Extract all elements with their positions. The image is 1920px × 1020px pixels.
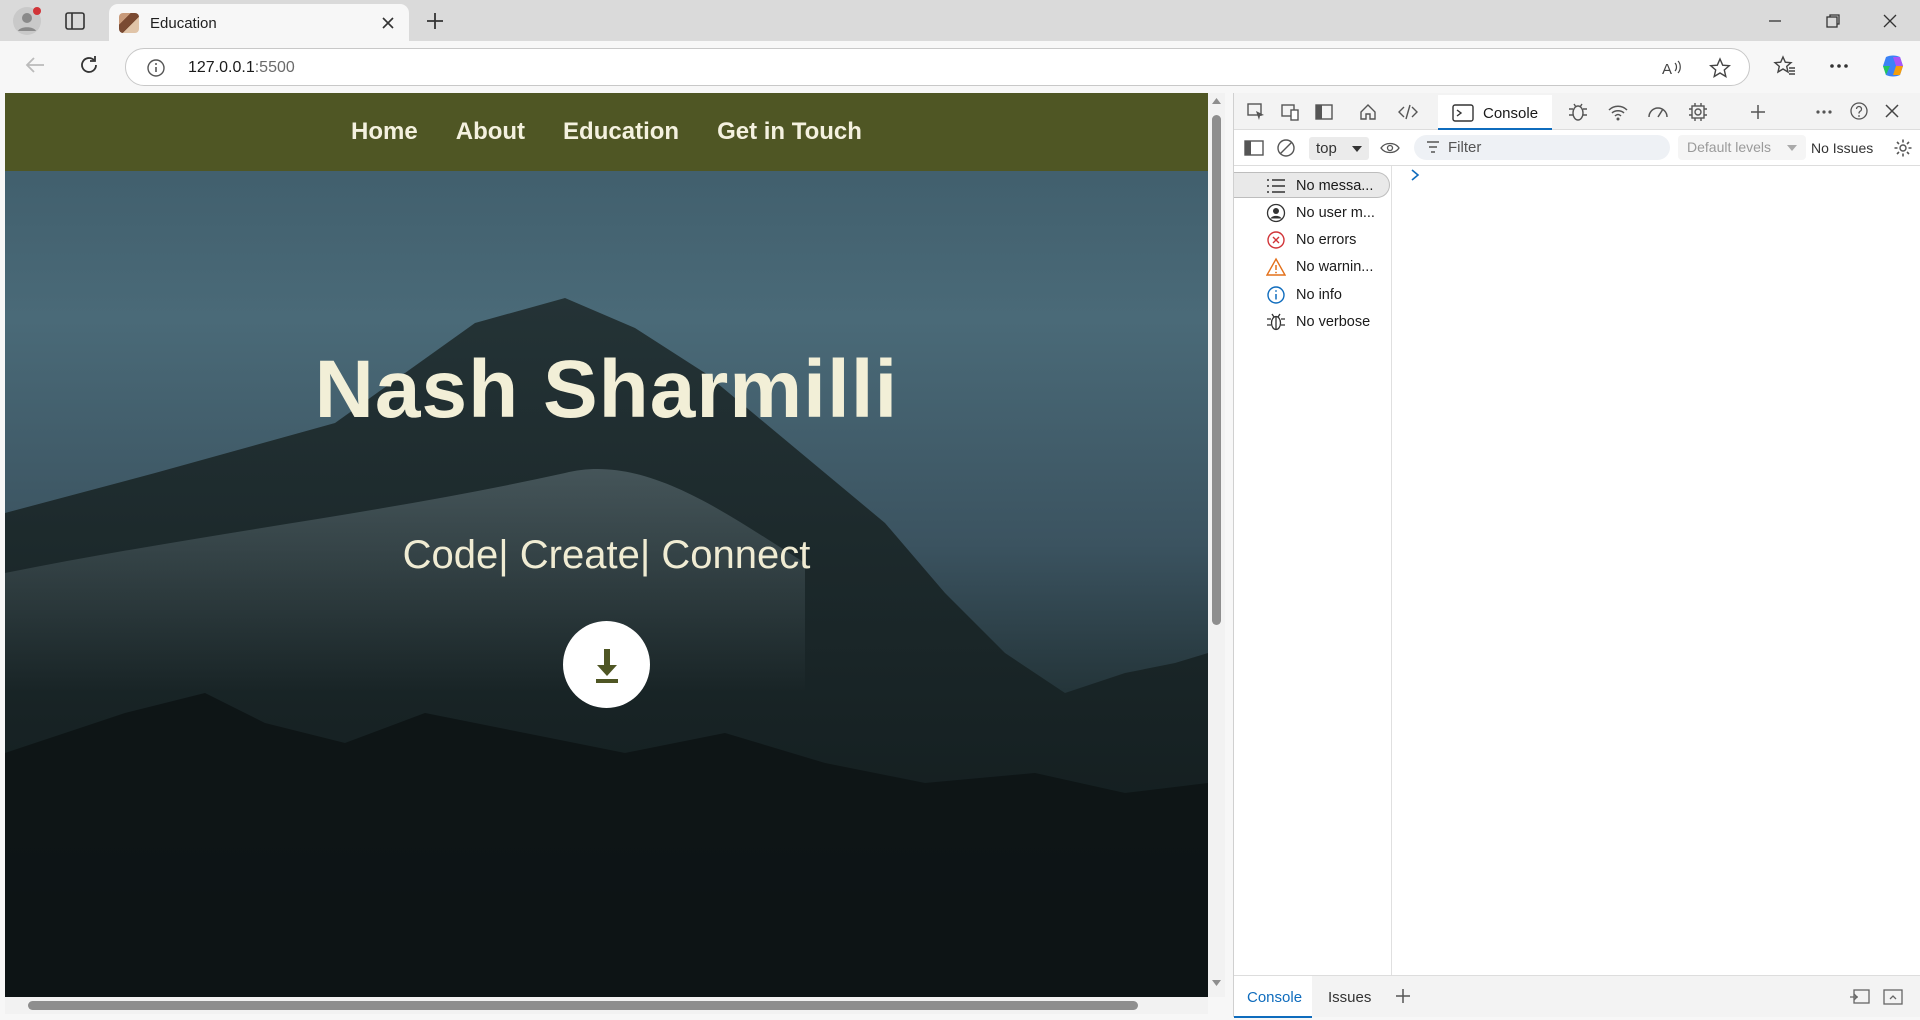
help-icon[interactable]: [1847, 99, 1871, 123]
nav-about-link[interactable]: About: [456, 118, 525, 146]
warning-icon: [1266, 257, 1286, 277]
tab-strip: Education: [0, 0, 1920, 42]
read-aloud-icon[interactable]: A: [1661, 57, 1683, 79]
console-icon: [1452, 103, 1474, 123]
log-levels-dropdown[interactable]: Default levels: [1678, 135, 1806, 160]
page-viewport: Home About Education Get in Touch Nash S…: [5, 93, 1208, 997]
nav-education-link[interactable]: Education: [563, 118, 679, 146]
filter-icon: [1427, 141, 1439, 153]
horizontal-scroll-thumb[interactable]: [28, 1001, 1138, 1010]
bug-icon: [1266, 312, 1286, 332]
sidebar-item-errors[interactable]: No errors: [1234, 227, 1390, 253]
sidebar-item-user-messages[interactable]: No user m...: [1234, 200, 1390, 226]
minimize-icon[interactable]: [1762, 8, 1788, 34]
close-drawer-icon[interactable]: [1881, 985, 1905, 1009]
site-navbar: Home About Education Get in Touch: [5, 93, 1208, 171]
tab-console[interactable]: Console: [1438, 95, 1552, 130]
drawer-tab-console[interactable]: Console: [1234, 976, 1312, 1018]
site-info-icon[interactable]: [146, 58, 166, 78]
close-tab-icon[interactable]: [379, 14, 397, 32]
tab-actions-icon[interactable]: [62, 9, 88, 33]
list-icon: [1266, 176, 1286, 196]
context-selector[interactable]: top: [1309, 137, 1369, 160]
download-button[interactable]: [563, 621, 650, 708]
sources-bug-icon[interactable]: [1566, 100, 1590, 124]
tab-favicon: [119, 13, 139, 33]
dock-side-icon[interactable]: [1312, 100, 1336, 124]
back-arrow-icon[interactable]: [22, 53, 48, 77]
drawer-tab-issues[interactable]: Issues: [1328, 989, 1371, 1006]
favorites-icon[interactable]: [1772, 53, 1798, 79]
drawer-add-tab-icon[interactable]: [1392, 985, 1414, 1007]
clear-console-icon[interactable]: [1274, 136, 1298, 160]
browser-tab[interactable]: Education: [109, 4, 409, 42]
chevron-down-icon: [1787, 145, 1797, 151]
hero-tagline: Code| Create| Connect: [402, 533, 811, 577]
sidebar-item-verbose[interactable]: No verbose: [1234, 309, 1390, 335]
live-expression-eye-icon[interactable]: [1378, 136, 1402, 160]
horizontal-scrollbar[interactable]: [5, 997, 1208, 1014]
url-field[interactable]: 127.0.0.1:5500 A: [125, 48, 1750, 86]
devtools-toolbar: Console: [1234, 93, 1920, 130]
nav-home-link[interactable]: Home: [351, 118, 418, 146]
memory-chip-icon[interactable]: [1686, 100, 1710, 124]
console-filter-bar: top Filter Default levels No Issues: [1234, 130, 1920, 166]
inspect-element-icon[interactable]: [1244, 100, 1268, 124]
devtools-drawer: Console Issues: [1234, 975, 1920, 1018]
profile-avatar[interactable]: [12, 6, 42, 36]
sidebar-item-warnings[interactable]: No warnin...: [1234, 254, 1390, 280]
close-devtools-icon[interactable]: [1880, 99, 1904, 123]
tab-title: Education: [150, 15, 217, 32]
prompt-chevron-icon: [1411, 169, 1420, 181]
download-icon: [595, 648, 618, 683]
devtools-more-icon[interactable]: [1812, 100, 1836, 124]
elements-code-icon[interactable]: [1396, 100, 1420, 124]
device-emulation-icon[interactable]: [1278, 100, 1302, 124]
user-icon: [1266, 203, 1286, 223]
dock-drawer-icon[interactable]: [1848, 985, 1872, 1009]
more-tools-plus-icon[interactable]: [1746, 100, 1770, 124]
vertical-scroll-thumb[interactable]: [1212, 115, 1221, 625]
info-icon: [1266, 285, 1286, 305]
svg-text:A: A: [1662, 61, 1672, 78]
favorite-star-icon[interactable]: [1709, 57, 1731, 79]
hero-name: Nash Sharmilli: [314, 344, 899, 435]
console-sidebar: No messa... No user m... No errors No wa…: [1234, 166, 1392, 975]
vertical-scrollbar[interactable]: [1208, 93, 1225, 997]
nav-contact-link[interactable]: Get in Touch: [717, 118, 862, 146]
devtools-panel: Console top Filter Default levels No Iss…: [1233, 93, 1920, 1018]
welcome-home-icon[interactable]: [1356, 100, 1380, 124]
chevron-down-icon: [1352, 146, 1362, 152]
show-sidebar-icon[interactable]: [1242, 136, 1266, 160]
reload-icon[interactable]: [76, 53, 102, 77]
more-options-icon[interactable]: [1826, 53, 1852, 79]
restore-icon[interactable]: [1820, 8, 1846, 34]
issues-count[interactable]: No Issues: [1811, 140, 1873, 156]
sidebar-item-messages[interactable]: No messa...: [1234, 172, 1390, 198]
url-text: 127.0.0.1:5500: [188, 59, 295, 76]
performance-icon[interactable]: [1646, 100, 1670, 124]
console-settings-gear-icon[interactable]: [1891, 136, 1915, 160]
console-prompt[interactable]: [1410, 168, 1420, 182]
sidebar-item-info[interactable]: No info: [1234, 282, 1390, 308]
error-icon: [1266, 230, 1286, 250]
new-tab-icon[interactable]: [423, 9, 447, 33]
network-wifi-icon[interactable]: [1606, 100, 1630, 124]
address-bar-row: 127.0.0.1:5500 A: [0, 41, 1920, 89]
copilot-icon[interactable]: [1880, 53, 1906, 79]
console-filter-input[interactable]: Filter: [1414, 135, 1670, 160]
close-window-icon[interactable]: [1877, 8, 1903, 34]
